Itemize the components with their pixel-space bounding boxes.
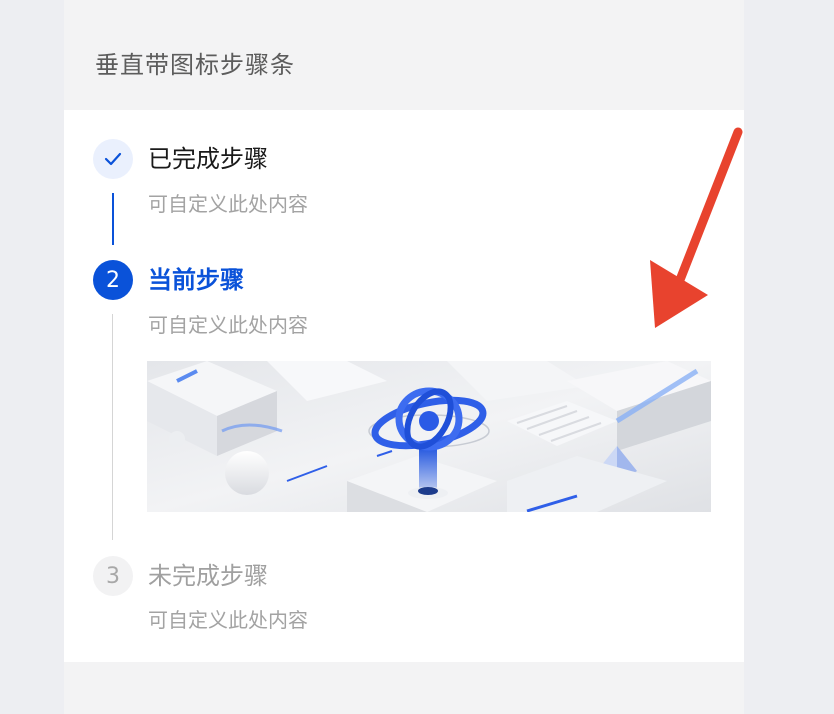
step-2-number: 2: [106, 267, 120, 293]
step-2-description: 可自定义此处内容: [148, 313, 308, 337]
page-title: 垂直带图标步骤条: [95, 51, 295, 79]
step-1-description: 可自定义此处内容: [148, 192, 308, 216]
step-2-connector-line: [112, 314, 113, 540]
step-1-connector-line: [112, 193, 114, 245]
step-2-number-badge: 2: [93, 260, 133, 300]
step-1-check-icon: [93, 139, 133, 179]
step-3-title[interactable]: 未完成步骤: [148, 562, 268, 590]
step-3-description: 可自定义此处内容: [148, 608, 308, 632]
step-3-number-badge: 3: [93, 556, 133, 596]
isometric-3d-illustration: [147, 361, 711, 512]
step-2-title[interactable]: 当前步骤: [148, 266, 244, 294]
red-arrow-icon: [650, 127, 743, 328]
step-1-title[interactable]: 已完成步骤: [148, 145, 268, 173]
check-icon: [104, 152, 122, 166]
step-3-number: 3: [106, 563, 120, 589]
